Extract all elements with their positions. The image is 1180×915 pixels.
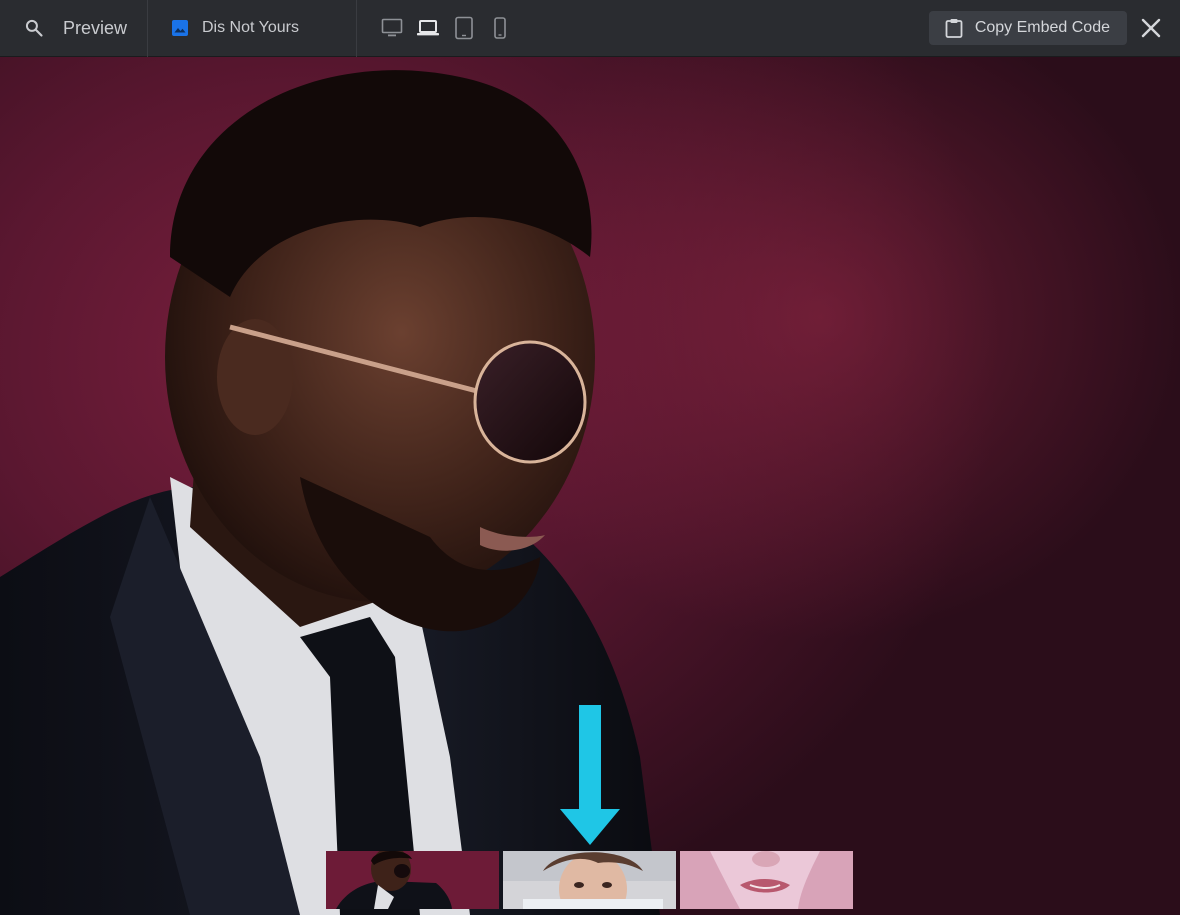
preview-label: Preview (63, 17, 128, 38)
preview-toolbar: Preview Dis Not Yours Copy Embed Code (0, 0, 1180, 57)
document-title-section: Dis Not Yours (148, 0, 357, 57)
device-switcher (357, 0, 512, 57)
thumbnail-man-sunglasses[interactable] (326, 851, 499, 909)
slide-preview (0, 57, 1180, 915)
thumbnail-lips-pink[interactable] (680, 851, 853, 909)
phone-icon[interactable] (488, 16, 512, 40)
image-icon (172, 20, 188, 36)
document-title: Dis Not Yours (202, 19, 299, 36)
thumbnail-woman-peeking[interactable] (503, 851, 676, 909)
desktop-icon[interactable] (380, 16, 404, 40)
clipboard-icon (945, 18, 963, 38)
close-icon[interactable] (1139, 16, 1163, 40)
laptop-icon[interactable] (416, 16, 440, 40)
preview-section: Preview (0, 0, 148, 57)
slide-thumbnail-strip (326, 851, 853, 909)
copy-embed-code-label: Copy Embed Code (974, 19, 1110, 36)
copy-embed-code-button[interactable]: Copy Embed Code (928, 11, 1127, 45)
search-icon[interactable] (24, 18, 44, 38)
tablet-icon[interactable] (452, 16, 476, 40)
arrow-down-icon (560, 705, 620, 850)
